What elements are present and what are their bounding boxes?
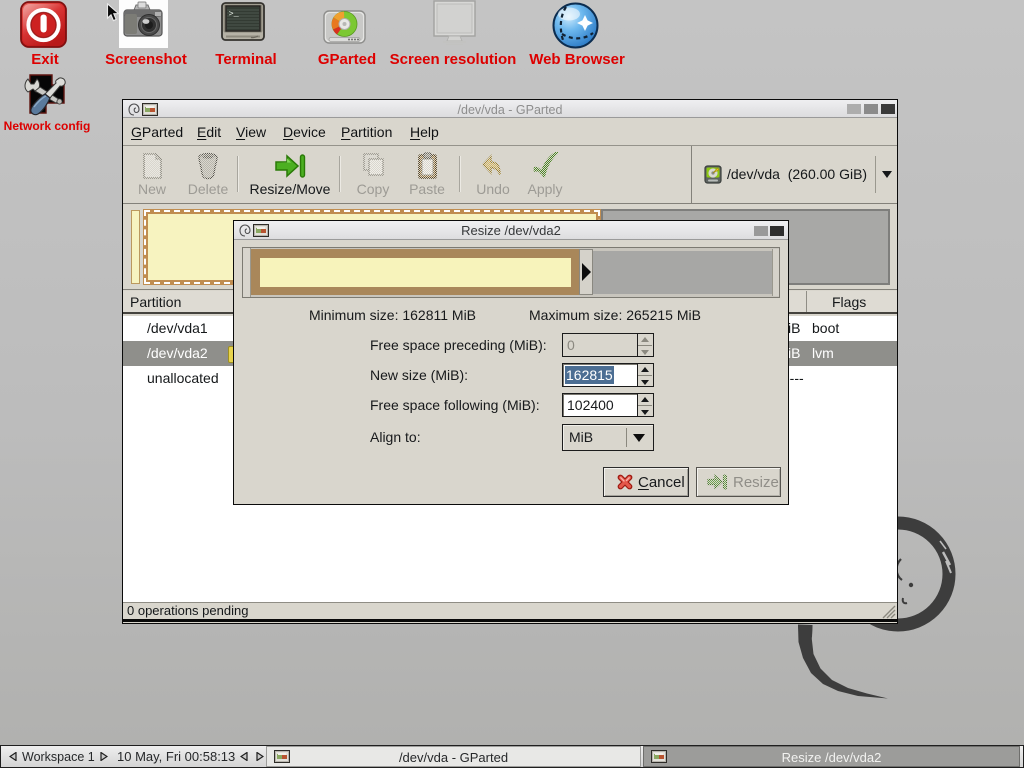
svg-text:>_: >_ bbox=[229, 9, 240, 19]
